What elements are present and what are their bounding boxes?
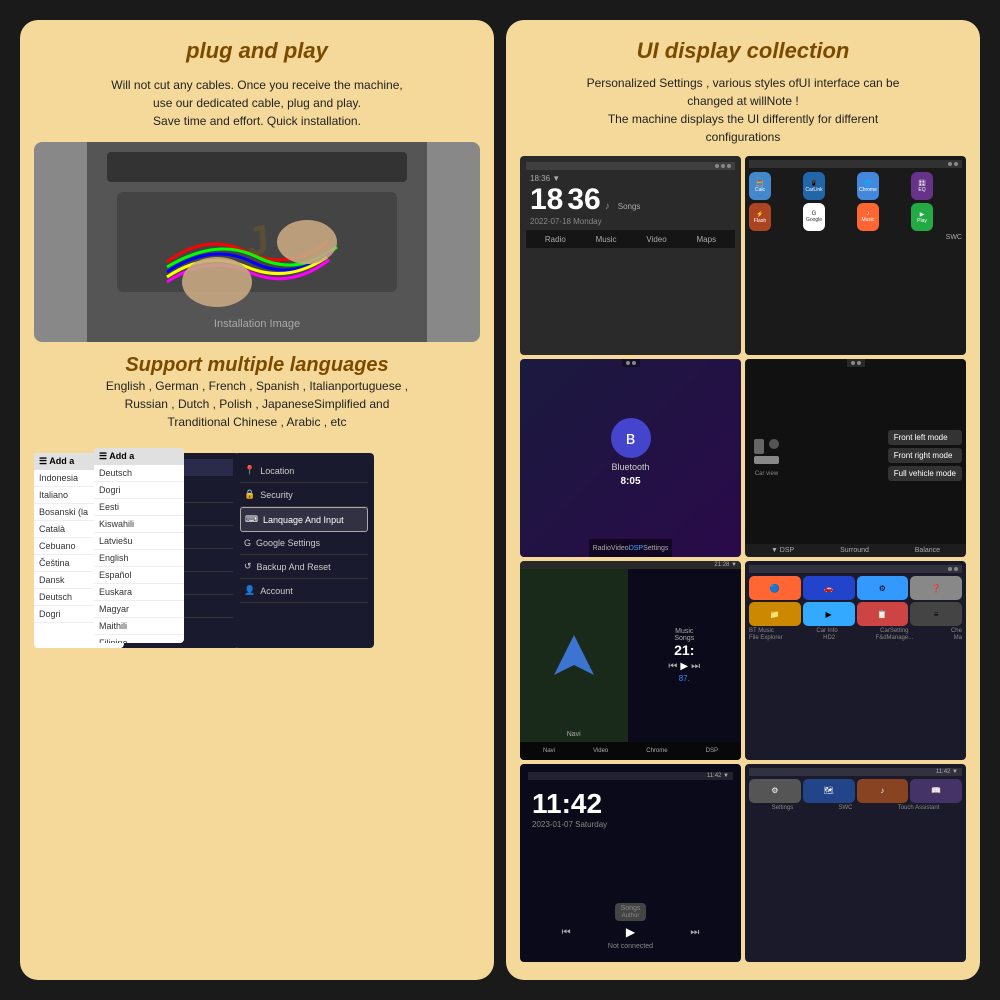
plug-title: plug and play (34, 38, 480, 64)
screenshot-apps-grid: 🧮Calc 📱CarLink 🌐Chrome 🎛EQ ⚡Flash GGoogl… (745, 156, 966, 355)
lang-list-panel-2: ☰ Add a Deutsch Dogri Eesti Kiswahili La… (94, 448, 184, 643)
lang-item[interactable]: Magyar (94, 601, 184, 618)
right-panel: UI display collection Personalized Setti… (506, 20, 980, 980)
lang-item[interactable]: Español (94, 567, 184, 584)
languages-section: Support multiple languages English , Ger… (34, 354, 480, 431)
settings-screenshot: ☰ Add a Indonesia Italiano Bosanski (la … (34, 443, 480, 653)
lang-item[interactable]: Eesti (94, 499, 184, 516)
submenu-panel: 📍Location 🔒Security ⌨Lanquage And Input … (234, 453, 374, 648)
ui-collection-title: UI display collection (520, 38, 966, 64)
screenshot-apps-home3: 11:42 ▼ ⚙ 🗺 ♪ 📖 SettingsSWCTouch Assista… (745, 764, 966, 963)
lang-item[interactable]: Filipino (94, 635, 184, 643)
plug-desc: Will not cut any cables. Once you receiv… (34, 76, 480, 130)
submenu-language-input[interactable]: ⌨Lanquage And Input (240, 507, 368, 532)
screenshot-clock-home: 18:36 ▼ 18 36 ♪ Songs 2022-07-18 Monday … (520, 156, 741, 355)
submenu-google[interactable]: GGoogle Settings (240, 532, 368, 555)
left-panel: plug and play Will not cut any cables. O… (20, 20, 494, 980)
submenu-security[interactable]: 🔒Security (240, 483, 368, 507)
lang-item[interactable]: English (94, 550, 184, 567)
lang-item[interactable]: Kiswahili (94, 516, 184, 533)
screenshot-seat-controls: Car view Front left mode Front right mod… (745, 359, 966, 558)
submenu-account[interactable]: 👤Account (240, 579, 368, 603)
main-container: plug and play Will not cut any cables. O… (10, 10, 990, 990)
submenu-location[interactable]: 📍Location (240, 459, 368, 483)
lang-item[interactable]: Latviešu (94, 533, 184, 550)
screenshot-clock-big: 11:42 ▼ 11:42 2023-01-07 Saturday Songs … (520, 764, 741, 963)
ui-screenshots-grid: 18:36 ▼ 18 36 ♪ Songs 2022-07-18 Monday … (520, 156, 966, 962)
front-right-mode[interactable]: Front right mode (888, 448, 962, 463)
big-time-display: 11:42 (532, 788, 729, 820)
full-vehicle-mode[interactable]: Full vehicle mode (888, 466, 962, 481)
lang-item[interactable]: Dogri (94, 482, 184, 499)
lang-item[interactable]: Euskara (94, 584, 184, 601)
car-installation-image: Installation Image J (34, 142, 480, 342)
screenshot-bluetooth: ʙ Bluetooth 8:05 Radio Video DSP Setting… (520, 359, 741, 558)
lang-item[interactable]: Maithili (94, 618, 184, 635)
languages-title: Support multiple languages (34, 354, 480, 377)
ui-collection-desc: Personalized Settings , various styles o… (520, 74, 966, 146)
lang-item[interactable]: Deutsch (94, 465, 184, 482)
languages-desc: English , German , French , Spanish , It… (34, 377, 480, 431)
svg-text:Installation Image: Installation Image (214, 318, 300, 330)
screenshot-apps-home2: 🔵 🚗 ⚙ ❓ 📁 ▶ 📋 ≡ BT MusicCar InfoCarSetti… (745, 561, 966, 760)
submenu-backup[interactable]: ↺Backup And Reset (240, 555, 368, 579)
screenshot-nav-music: 21:28 ▼ Navi Music Songs (520, 561, 741, 760)
front-left-mode[interactable]: Front left mode (888, 430, 962, 445)
